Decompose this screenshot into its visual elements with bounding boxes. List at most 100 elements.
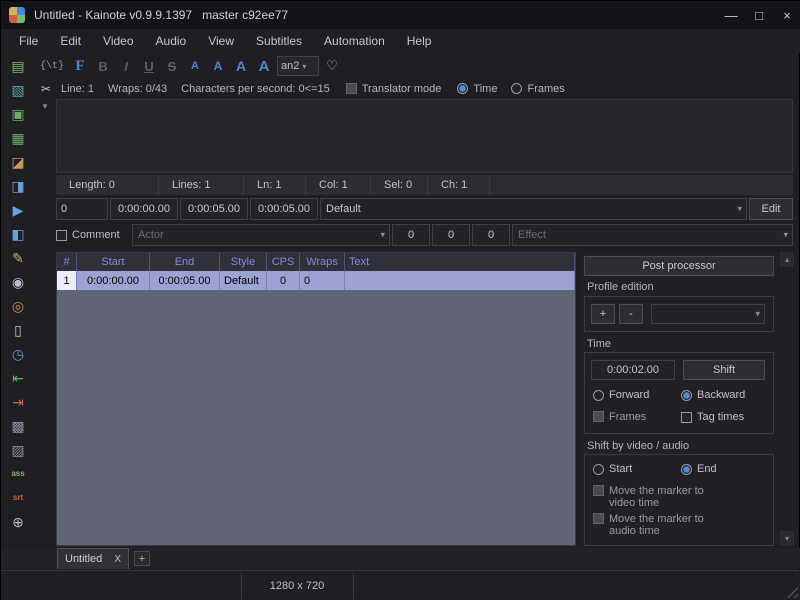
margin-vertical-field[interactable] — [472, 224, 510, 246]
save-button[interactable]: ▣ — [5, 103, 31, 125]
resize-grip[interactable] — [786, 586, 798, 598]
auto-split-button[interactable]: ▨ — [5, 439, 31, 461]
font-button[interactable]: F — [70, 56, 90, 76]
ass-tags-button[interactable]: ▩ — [5, 415, 31, 437]
edit-style-button[interactable]: Edit — [749, 198, 793, 220]
marker-video-option[interactable]: Move the marker to video time — [593, 485, 717, 509]
save-translation-button[interactable]: ◨ — [5, 175, 31, 197]
next-line-button[interactable]: ⇥ — [5, 391, 31, 413]
scroll-down-button[interactable]: ▾ — [780, 531, 794, 546]
table-row[interactable]: 1 0:00:00.00 0:00:05.00 Default 0 0 — [57, 271, 575, 290]
line-meta-row: Comment ▾ ▾ — [56, 224, 793, 246]
outline-color-button[interactable]: A — [231, 56, 251, 76]
bold-button[interactable]: B — [93, 56, 113, 76]
comment-checkbox — [56, 229, 67, 241]
secondary-color-button[interactable]: A — [208, 56, 228, 76]
srt-conversion-button[interactable]: srt — [5, 487, 31, 509]
margin-right-field[interactable] — [432, 224, 470, 246]
close-button[interactable]: × — [773, 1, 800, 29]
frames-option[interactable]: Frames — [593, 411, 646, 423]
post-processor-button[interactable]: Post processor — [584, 256, 774, 276]
collapse-toolbar-button[interactable]: ▾ — [37, 100, 53, 113]
shift-time-field[interactable] — [591, 360, 675, 380]
split-line-button[interactable]: ✂ — [37, 82, 55, 96]
previous-line-button[interactable]: ⇤ — [5, 367, 31, 389]
end-time-field[interactable] — [180, 198, 248, 220]
subtitles-from-video-button[interactable]: ◧ — [5, 223, 31, 245]
style-dropdown[interactable]: Default ▾ — [320, 198, 747, 220]
actor-dropdown[interactable]: ▾ — [132, 224, 390, 246]
layer-field[interactable] — [56, 198, 108, 220]
effect-input[interactable] — [518, 229, 776, 241]
margin-left-field[interactable] — [392, 224, 430, 246]
cell-number[interactable]: 1 — [57, 271, 77, 290]
minimize-button[interactable]: — — [717, 1, 745, 29]
time-mode-toggle[interactable]: Time — [457, 83, 497, 95]
backward-option[interactable]: Backward — [681, 389, 745, 401]
shadow-color-button[interactable]: A — [254, 56, 274, 76]
open-video-button[interactable]: ▶ — [5, 199, 31, 221]
open-subtitles-button[interactable]: ▧ — [5, 79, 31, 101]
duration-field[interactable] — [250, 198, 318, 220]
frames-mode-toggle[interactable]: Frames — [511, 83, 565, 95]
visual-tags-button[interactable]: ♡ — [322, 56, 342, 76]
menu-edit[interactable]: Edit — [49, 29, 92, 53]
save-all-button[interactable]: ▦ — [5, 127, 31, 149]
effect-dropdown[interactable]: ▾ — [512, 224, 793, 246]
col-wraps: Wraps — [300, 253, 345, 271]
menu-automation[interactable]: Automation — [313, 29, 396, 53]
zoom-button[interactable]: ⊕ — [5, 511, 31, 533]
menu-subtitles[interactable]: Subtitles — [245, 29, 313, 53]
end-option[interactable]: End — [681, 463, 717, 475]
menu-audio[interactable]: Audio — [145, 29, 198, 53]
save-as-button[interactable]: ◪ — [5, 151, 31, 173]
select-lines-button[interactable]: ◎ — [5, 295, 31, 317]
scroll-up-button[interactable]: ▴ — [780, 252, 794, 267]
subtitle-grid[interactable]: # Start End Style CPS Wraps Text 1 0:00:… — [56, 252, 576, 546]
cell-wraps[interactable]: 0 — [300, 271, 345, 290]
shift-button[interactable]: Shift — [683, 360, 765, 380]
chevron-down-icon: ▾ — [755, 308, 760, 319]
comment-toggle[interactable]: Comment — [56, 229, 130, 241]
underline-button[interactable]: U — [139, 56, 159, 76]
menu-help[interactable]: Help — [396, 29, 443, 53]
remove-profile-button[interactable]: - — [619, 304, 643, 324]
style-manager-button[interactable]: ✎ — [5, 247, 31, 269]
cell-text[interactable] — [345, 271, 575, 290]
actor-input[interactable] — [138, 229, 373, 241]
maximize-button[interactable]: □ — [745, 1, 773, 29]
strikeout-button[interactable]: S — [162, 56, 182, 76]
tag-times-option[interactable]: Tag times — [681, 411, 744, 423]
menu-video[interactable]: Video — [92, 29, 144, 53]
primary-color-button[interactable]: A — [185, 56, 205, 76]
cell-end[interactable]: 0:00:05.00 — [150, 271, 220, 290]
italic-button[interactable]: I — [116, 56, 136, 76]
cell-style[interactable]: Default — [220, 271, 267, 290]
menu-view[interactable]: View — [197, 29, 245, 53]
window-title: Untitled - Kainote v0.9.9.1397 master c9… — [34, 8, 289, 22]
new-subtitles-button[interactable]: ▤ — [5, 55, 31, 77]
profile-dropdown[interactable]: ▾ — [651, 304, 765, 324]
ass-properties-button[interactable]: ass — [5, 463, 31, 485]
tab-close-button[interactable]: X — [114, 554, 121, 565]
add-profile-button[interactable]: + — [591, 304, 615, 324]
menu-file[interactable]: File — [8, 29, 49, 53]
insert-tag-button[interactable]: {\t} — [37, 56, 67, 76]
paste-options-button[interactable]: ▯ — [5, 319, 31, 341]
alignment-dropdown[interactable]: an2 ▾ — [277, 56, 320, 76]
subtitle-text-editor[interactable] — [56, 99, 793, 173]
window-controls: — □ × — [717, 1, 800, 29]
new-tab-button[interactable]: + — [134, 551, 150, 566]
forward-option[interactable]: Forward — [593, 389, 649, 401]
start-time-field[interactable] — [110, 198, 178, 220]
translator-mode-toggle[interactable]: Translator mode — [345, 83, 441, 95]
cell-cps[interactable]: 0 — [267, 271, 300, 290]
history-button[interactable]: ◷ — [5, 343, 31, 365]
panel-scrollbar[interactable]: ▴ ▾ — [780, 252, 794, 546]
col-start: Start — [77, 253, 150, 271]
find-replace-button[interactable]: ◉ — [5, 271, 31, 293]
cell-start[interactable]: 0:00:00.00 — [77, 271, 150, 290]
start-option[interactable]: Start — [593, 463, 632, 475]
tab-untitled[interactable]: Untitled X — [57, 548, 129, 569]
marker-audio-option[interactable]: Move the marker to audio time — [593, 513, 717, 537]
